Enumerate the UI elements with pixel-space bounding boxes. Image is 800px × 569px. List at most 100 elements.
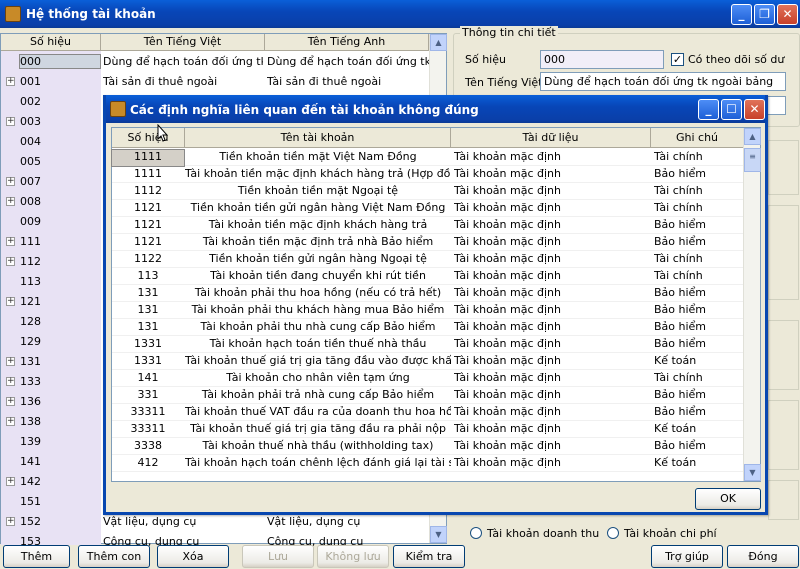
grid-scroll-thumb[interactable]: ≡ bbox=[744, 148, 761, 172]
luu-button[interactable]: Lưu bbox=[242, 545, 314, 568]
khong-luu-button[interactable]: Không lưu bbox=[317, 545, 389, 568]
table-row[interactable]: 1111 Tiền khoản tiền mặt Việt Nam Đồng Tài… bbox=[111, 149, 744, 167]
cell-so-hieu: 1112 bbox=[134, 184, 162, 197]
table-row[interactable]: +001 Tài sản đi thuê ngoài Tài sản đi thuê… bbox=[1, 72, 429, 92]
scroll-up-icon[interactable]: ▲ bbox=[430, 34, 447, 51]
expand-icon[interactable]: + bbox=[6, 257, 15, 266]
kiem-tra-button[interactable]: Kiểm tra bbox=[393, 545, 465, 568]
expand-icon[interactable]: + bbox=[6, 297, 15, 306]
cell-ten-tai-khoan: Tài khoản phải thu hoa hồng (nếu có trả … bbox=[194, 286, 442, 299]
expand-icon[interactable]: + bbox=[6, 517, 15, 526]
table-row[interactable]: 1331 Tài khoản hạch toán tiền thuế nhà th… bbox=[112, 336, 744, 353]
table-row[interactable]: 1122 Tiền khoản tiền gửi ngân hàng Ngoại … bbox=[112, 251, 744, 268]
table-row[interactable]: 1121 Tài khoản tiền mặc định trả nhà Bảo … bbox=[112, 234, 744, 251]
table-row[interactable]: 33311 Tài khoản thuế VAT đầu ra của doanh… bbox=[112, 404, 744, 421]
account-code: 000 bbox=[19, 54, 101, 69]
grid-header-so-hieu[interactable]: Số hiệu bbox=[112, 128, 185, 148]
scroll-down-icon[interactable]: ▼ bbox=[430, 526, 447, 543]
cell-so-hieu: 1121 bbox=[134, 235, 162, 248]
expand-icon[interactable]: + bbox=[6, 197, 15, 206]
right-group-box-4 bbox=[768, 400, 799, 470]
table-row[interactable]: 1112 Tiền khoản tiền mặt Ngoại tệ Tài khoả… bbox=[112, 183, 744, 200]
grid-header-ghi-chu[interactable]: Ghi chú bbox=[651, 128, 744, 148]
expand-icon[interactable]: + bbox=[6, 477, 15, 486]
grid-scroll-down-icon[interactable]: ▼ bbox=[744, 464, 761, 481]
cell-ten-tai-khoan: Tài khoản hạch toán tiền thuế nhà thầu bbox=[209, 337, 427, 350]
cell-tai-du-lieu: Tài khoản mặc định bbox=[454, 252, 561, 265]
account-code: 152 bbox=[20, 515, 41, 528]
account-code: 112 bbox=[20, 255, 41, 268]
them-button[interactable]: Thêm bbox=[3, 545, 70, 568]
dialog-maximize-icon[interactable]: ☐ bbox=[721, 99, 742, 120]
minimize-icon[interactable]: _ bbox=[731, 4, 752, 25]
radio-doanh-thu[interactable] bbox=[470, 527, 482, 539]
cell-so-hieu: 412 bbox=[137, 456, 159, 469]
cell-ghi-chu: Bảo hiểm bbox=[654, 337, 707, 350]
ten-vn-field[interactable]: Dùng để hạch toán đối ứng tk ngoài bảng bbox=[540, 72, 786, 91]
expand-icon[interactable]: + bbox=[6, 397, 15, 406]
cell-ten-tai-khoan: Tiền khoản tiền gửi ngân hàng Ngoại tệ bbox=[209, 252, 427, 265]
ok-button[interactable]: OK bbox=[695, 488, 761, 510]
table-row[interactable]: 1121 Tài khoản tiền mặc định khách hàng t… bbox=[112, 217, 744, 234]
radio-chi-phi[interactable] bbox=[607, 527, 619, 539]
cell-so-hieu: 33311 bbox=[130, 405, 166, 418]
grid-header-ten-tai-khoan[interactable]: Tên tài khoản bbox=[185, 128, 451, 148]
right-group-box-3 bbox=[768, 320, 799, 390]
table-row[interactable]: 131 Tài khoản phải thu khách hàng mua Bảo… bbox=[112, 302, 744, 319]
header-ten-tieng-viet[interactable]: Tên Tiếng Việt bbox=[101, 34, 265, 51]
grid-scrollbar[interactable]: ▲ ≡ ▼ bbox=[743, 128, 761, 481]
cell-ten-tai-khoan: Tài khoản thuế giá trị gia tăng đầu ra p… bbox=[190, 422, 446, 435]
table-row[interactable]: 113 Tài khoản tiền đang chuyển khi rút ti… bbox=[112, 268, 744, 285]
grid-header-tai-du-lieu[interactable]: Tài dữ liệu bbox=[451, 128, 651, 148]
account-name-en: Vật liệu, dụng cụ bbox=[267, 515, 361, 528]
restore-icon[interactable]: ❐ bbox=[754, 4, 775, 25]
header-so-hieu[interactable]: Số hiệu bbox=[1, 34, 101, 51]
account-code: 121 bbox=[20, 295, 41, 308]
cell-ten-tai-khoan: Tài khoản hạch toán chênh lệch đánh giá … bbox=[185, 456, 451, 469]
cell-tai-du-lieu: Tài khoản mặc định bbox=[454, 388, 561, 401]
dialog-close-icon[interactable]: ✕ bbox=[744, 99, 765, 120]
so-hieu-field[interactable]: 000 bbox=[540, 50, 664, 69]
cell-ghi-chu: Tài chính bbox=[654, 269, 703, 282]
account-code: 129 bbox=[20, 335, 41, 348]
cell-tai-du-lieu: Tài khoản mặc định bbox=[454, 286, 561, 299]
account-code: 138 bbox=[20, 415, 41, 428]
header-ten-tieng-anh[interactable]: Tên Tiếng Anh bbox=[265, 34, 429, 51]
grid-scroll-up-icon[interactable]: ▲ bbox=[744, 128, 761, 145]
close-icon[interactable]: ✕ bbox=[777, 4, 798, 25]
expand-icon[interactable]: + bbox=[6, 357, 15, 366]
table-row[interactable]: 412 Tài khoản hạch toán chênh lệch đánh g… bbox=[112, 455, 744, 472]
table-row[interactable]: 33311 Tài khoản thuế giá trị gia tăng đầu… bbox=[112, 421, 744, 438]
expand-icon[interactable]: + bbox=[6, 237, 15, 246]
expand-icon[interactable]: + bbox=[6, 117, 15, 126]
theo-doi-checkbox[interactable]: ✓ bbox=[671, 53, 684, 66]
table-row[interactable]: +152 Vật liệu, dụng cụ Vật liệu, dụng cụ bbox=[1, 512, 429, 532]
expand-icon[interactable]: + bbox=[6, 177, 15, 186]
invalid-accounts-grid[interactable]: Số hiệu Tên tài khoản Tài dữ liệu Ghi ch… bbox=[111, 127, 761, 482]
cell-tai-du-lieu: Tài khoản mặc định bbox=[454, 422, 561, 435]
table-row[interactable]: 1121 Tiền khoản tiền gửi ngân hàng Việt N… bbox=[112, 200, 744, 217]
table-row[interactable]: 131 Tài khoản phải thu nhà cung cấp Bảo h… bbox=[112, 319, 744, 336]
expand-icon[interactable]: + bbox=[6, 417, 15, 426]
dong-button[interactable]: Đóng bbox=[727, 545, 799, 568]
dialog-title: Các định nghĩa liên quan đến tài khoản k… bbox=[130, 103, 479, 117]
expand-icon[interactable]: + bbox=[6, 377, 15, 386]
table-row[interactable]: 141 Tài khoản cho nhân viên tạm ứng Tài kh… bbox=[112, 370, 744, 387]
cell-ten-tai-khoan: Tài khoản thuế giá trị gia tăng đầu vào … bbox=[185, 354, 451, 367]
tro-giup-button[interactable]: Trợ giúp bbox=[651, 545, 723, 568]
dialog-minimize-icon[interactable]: _ bbox=[698, 99, 719, 120]
table-row[interactable]: 1331 Tài khoản thuế giá trị gia tăng đầu … bbox=[112, 353, 744, 370]
table-row[interactable]: 1111 Tài khoản tiền mặc định khách hàng t… bbox=[112, 166, 744, 183]
account-code: 133 bbox=[20, 375, 41, 388]
cell-ghi-chu: Bảo hiểm bbox=[654, 388, 707, 401]
table-row[interactable]: 000Dùng để hạch toán đối ứng tk ngoài bả… bbox=[1, 52, 429, 72]
cell-tai-du-lieu: Tài khoản mặc định bbox=[454, 371, 561, 384]
account-code: 136 bbox=[20, 395, 41, 408]
table-row[interactable]: 131 Tài khoản phải thu hoa hồng (nếu có t… bbox=[112, 285, 744, 302]
table-row[interactable]: 3338 Tài khoản thuế nhà thầu (withholding… bbox=[112, 438, 744, 455]
table-row[interactable]: 331 Tài khoản phải trả nhà cung cấp Bảo h… bbox=[112, 387, 744, 404]
expand-icon[interactable]: + bbox=[6, 77, 15, 86]
xoa-button[interactable]: Xóa bbox=[157, 545, 229, 568]
cell-ghi-chu: Bảo hiểm bbox=[654, 320, 707, 333]
them-con-button[interactable]: Thêm con bbox=[78, 545, 150, 568]
